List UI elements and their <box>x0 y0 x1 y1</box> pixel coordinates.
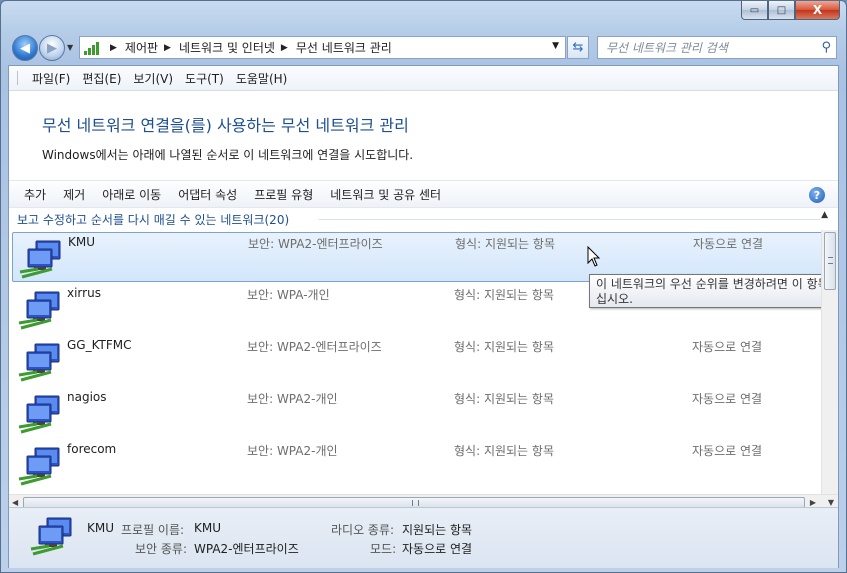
details-profile-value: KMU <box>194 521 222 535</box>
recent-pages-dropdown[interactable]: ▼ <box>67 43 73 52</box>
wireless-network-icon <box>30 517 72 556</box>
arrow-right-icon: ▶ <box>47 40 57 56</box>
details-mode-value: 자동으로 연결 <box>402 542 473 556</box>
chevron-right-icon[interactable]: ▶ <box>110 43 117 53</box>
page-header: 무선 네트워크 연결을(를) 사용하는 무선 네트워크 관리 Windows에서… <box>9 91 838 180</box>
menu-edit[interactable]: 편집(E) <box>76 70 127 87</box>
network-type: 형식: 지원되는 항목 <box>455 237 555 251</box>
close-button[interactable]: X <box>795 1 840 20</box>
grip-icon <box>828 257 833 264</box>
group-divider <box>319 219 820 220</box>
network-row-forecom[interactable]: forecom 보안: WPA2-개인 형식: 지원되는 항목 자동으로 연결 <box>12 440 823 490</box>
network-row-nagios[interactable]: nagios 보안: WPA2-개인 형식: 지원되는 항목 자동으로 연결 <box>12 388 823 438</box>
address-row: ◀ ▶ ▼ ▶ 제어판 ▶ 네트워크 및 인터넷 ▶ 무선 네트워크 관리 ▼ … <box>1 29 846 65</box>
details-security-label: 보안 종류: <box>135 542 188 556</box>
wireless-network-icon <box>18 291 60 330</box>
network-mode: 자동으로 연결 <box>692 444 763 458</box>
details-radio-label: 라디오 종류: <box>331 523 395 537</box>
command-bar: 추가 제거 아래로 이동 어댑터 속성 프로필 유형 네트워크 및 공유 센터 … <box>9 180 838 208</box>
network-name: nagios <box>67 390 107 404</box>
chevron-down-icon[interactable]: ▼ <box>552 41 559 51</box>
details-radio-value: 지원되는 항목 <box>402 523 473 537</box>
forward-button[interactable]: ▶ <box>39 35 65 61</box>
network-mode: 자동으로 연결 <box>693 237 764 251</box>
network-type: 형식: 지원되는 항목 <box>454 392 554 406</box>
breadcrumb-network-internet[interactable]: 네트워크 및 인터넷 <box>179 39 275 56</box>
menu-tools[interactable]: 도구(T) <box>179 70 230 87</box>
caption-buttons: ▭ □ X <box>741 1 840 20</box>
details-profile-label: 프로필 이름: <box>121 523 185 537</box>
network-type: 형식: 지원되는 항목 <box>454 288 554 302</box>
breadcrumb-control-panel[interactable]: 제어판 <box>125 39 158 56</box>
search-input[interactable]: 무선 네트워크 관리 검색 ⚲ <box>597 36 837 59</box>
add-button[interactable]: 추가 <box>17 186 53 203</box>
network-list: KMU 보안: WPA2-엔터프라이즈 형식: 지원되는 항목 자동으로 연결 … <box>9 230 838 494</box>
scroll-left-icon[interactable]: ◀ <box>12 498 18 507</box>
network-mode: 자동으로 연결 <box>692 392 763 406</box>
chevron-right-icon[interactable]: ▶ <box>281 43 288 53</box>
move-down-button[interactable]: 아래로 이동 <box>95 186 168 203</box>
address-bar[interactable]: ▶ 제어판 ▶ 네트워크 및 인터넷 ▶ 무선 네트워크 관리 ▼ <box>79 36 566 59</box>
vertical-scrollbar[interactable] <box>821 230 838 494</box>
tooltip-line-2: 십시오. <box>596 292 633 306</box>
details-mode-label: 모드: <box>370 542 397 556</box>
wireless-network-icon <box>18 343 60 382</box>
mouse-cursor-icon <box>587 246 601 267</box>
network-sharing-center-button[interactable]: 네트워크 및 공유 센터 <box>323 186 448 203</box>
network-row-gg-ktfmc[interactable]: GG_KTFMC 보안: WPA2-엔터프라이즈 형식: 지원되는 항목 자동으… <box>12 336 823 386</box>
network-security: 보안: WPA2-엔터프라이즈 <box>247 340 382 354</box>
collapse-arrow-icon[interactable]: ▲ <box>821 210 828 220</box>
menu-help[interactable]: 도움말(H) <box>230 70 294 87</box>
remove-button[interactable]: 제거 <box>56 186 92 203</box>
menu-bar: 파일(F) 편집(E) 보기(V) 도구(T) 도움말(H) <box>9 66 838 91</box>
content-frame: 파일(F) 편집(E) 보기(V) 도구(T) 도움말(H) 무선 네트워크 연… <box>8 65 839 568</box>
chevron-right-icon[interactable]: ▶ <box>164 43 171 53</box>
details-security-value: WPA2-엔터프라이즈 <box>194 542 299 556</box>
grip-icon <box>412 500 419 506</box>
scroll-down-icon[interactable]: ▼ <box>828 498 834 507</box>
help-icon[interactable]: ? <box>809 187 825 203</box>
minimize-button[interactable]: ▭ <box>741 1 768 20</box>
back-button[interactable]: ◀ <box>12 35 38 61</box>
breadcrumb-wireless-manage[interactable]: 무선 네트워크 관리 <box>296 39 392 56</box>
network-group-header[interactable]: 보고 수정하고 순서를 다시 매길 수 있는 네트워크(20) ▲ <box>9 208 838 230</box>
details-pane: KMU 프로필 이름: KMU 보안 종류: WPA2-엔터프라이즈 라디오 종… <box>9 507 838 568</box>
network-type: 형식: 지원되는 항목 <box>454 340 554 354</box>
refresh-button[interactable]: ⇆ <box>567 36 589 59</box>
scroll-right-icon[interactable]: ▶ <box>810 498 816 507</box>
network-security: 보안: WPA2-개인 <box>247 392 338 406</box>
network-security: 보안: WPA-개인 <box>247 288 330 302</box>
group-label: 보고 수정하고 순서를 다시 매길 수 있는 네트워크(20) <box>17 212 290 227</box>
network-type: 형식: 지원되는 항목 <box>454 444 554 458</box>
network-signal-icon <box>84 41 100 55</box>
page-title: 무선 네트워크 연결을(를) 사용하는 무선 네트워크 관리 <box>42 116 409 135</box>
adapter-properties-button[interactable]: 어댑터 속성 <box>171 186 244 203</box>
wireless-network-icon <box>18 395 60 434</box>
network-mode: 자동으로 연결 <box>692 340 763 354</box>
vertical-scroll-thumb[interactable] <box>824 232 836 290</box>
network-security: 보안: WPA2-개인 <box>247 444 338 458</box>
page-description: Windows에서는 아래에 나열된 순서로 이 네트워크에 연결을 시도합니다… <box>42 148 414 162</box>
search-placeholder: 무선 네트워크 관리 검색 <box>606 41 728 55</box>
menu-file[interactable]: 파일(F) <box>26 70 76 87</box>
tooltip: 이 네트워크의 우선 순위를 변경하려면 이 항목을 십시오. <box>589 274 838 308</box>
wireless-network-icon <box>18 447 60 486</box>
tooltip-line-1: 이 네트워크의 우선 순위를 변경하려면 이 항목을 <box>596 277 838 291</box>
wireless-network-icon <box>19 240 61 279</box>
maximize-button[interactable]: □ <box>768 1 795 20</box>
explorer-window: ▭ □ X ◀ ▶ ▼ ▶ 제어판 ▶ 네트워크 및 인터넷 ▶ 무선 네트워크… <box>0 0 847 573</box>
refresh-icon: ⇆ <box>572 40 584 55</box>
menu-view[interactable]: 보기(V) <box>127 70 179 87</box>
menu-divider <box>17 71 18 85</box>
network-name: forecom <box>67 442 117 456</box>
arrow-left-icon: ◀ <box>20 40 30 56</box>
network-security: 보안: WPA2-엔터프라이즈 <box>248 237 383 251</box>
profile-types-button[interactable]: 프로필 유형 <box>247 186 320 203</box>
search-icon[interactable]: ⚲ <box>821 40 831 55</box>
network-name: KMU <box>68 235 96 249</box>
network-name: GG_KTFMC <box>67 338 132 352</box>
details-network-name: KMU <box>87 521 115 535</box>
network-name: xirrus <box>67 286 101 300</box>
